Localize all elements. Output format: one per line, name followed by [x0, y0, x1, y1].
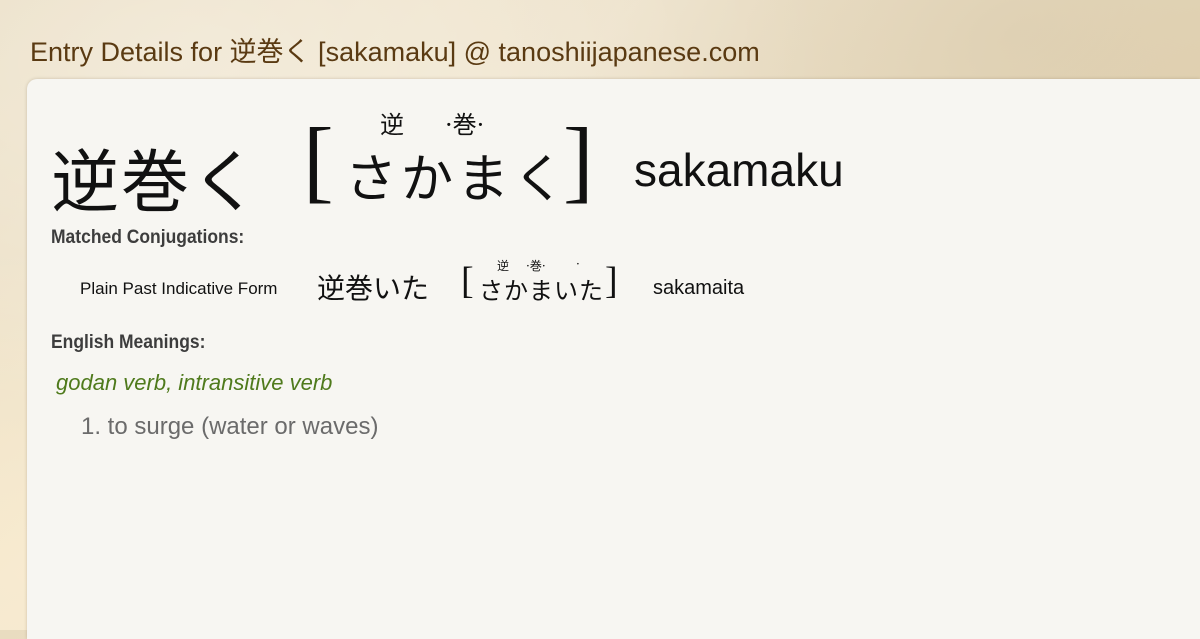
- conjugation-form-name: Plain Past Indicative Form: [80, 279, 278, 298]
- entry-card: 逆巻く [ 逆 ·巻· さかまく ] sakamaku Matched Conj…: [27, 79, 1200, 639]
- furigana-2: ·巻·: [445, 111, 485, 139]
- meaning-item: 1. to surge (water or waves): [81, 413, 379, 440]
- conjugation-bracket-close: ]: [605, 260, 618, 302]
- conjugation-reading: さかまいた: [479, 277, 604, 305]
- conjugation-romaji: sakamaita: [653, 277, 745, 299]
- reading-bracket-open: [: [303, 109, 334, 211]
- conjugation-word: 逆巻いた: [317, 272, 430, 305]
- kana-reading: さかまく: [345, 150, 570, 210]
- part-of-speech: godan verb, intransitive verb: [56, 370, 333, 395]
- romaji-reading: sakamaku: [634, 144, 844, 196]
- conjugations-label: Matched Conjugations:: [51, 227, 245, 248]
- conjugation-furigana-3: ·: [576, 257, 580, 271]
- reading-bracket-close: ]: [563, 109, 594, 211]
- furigana-1: 逆: [380, 111, 404, 139]
- headword: 逆巻く: [51, 144, 262, 223]
- page-title: Entry Details for 逆巻く [sakamaku] @ tanos…: [30, 37, 760, 67]
- meanings-label: English Meanings:: [51, 332, 206, 353]
- conjugation-bracket-open: [: [461, 260, 474, 302]
